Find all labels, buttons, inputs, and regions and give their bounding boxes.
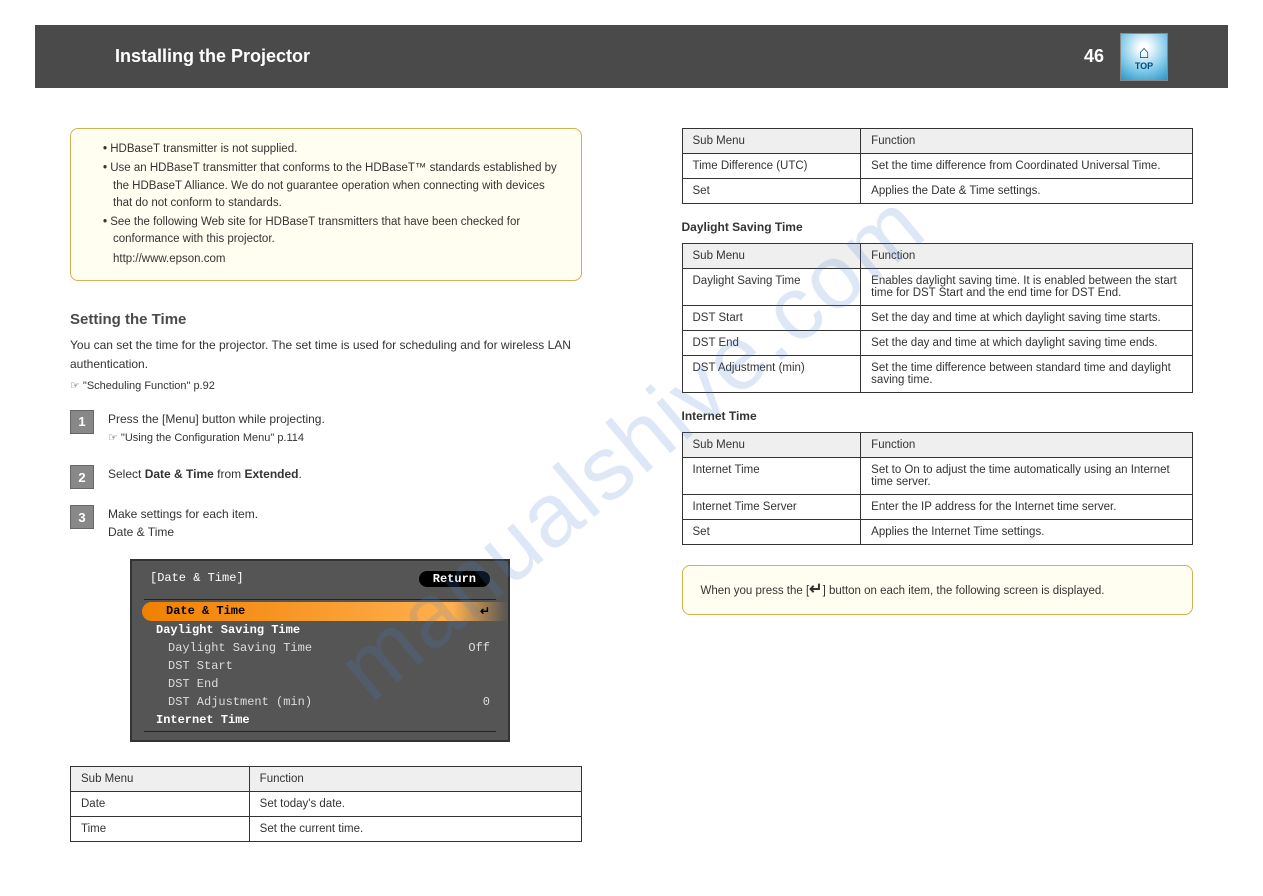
step-2-bold-1: Date & Time	[145, 467, 214, 481]
section-desc: You can set the time for the projector. …	[70, 336, 582, 374]
table-header: Function	[861, 433, 1193, 458]
table-cell: Daylight Saving Time	[682, 269, 861, 306]
note2-text-b: ] button on each item, the following scr…	[823, 585, 1105, 597]
note-url[interactable]: http://www.epson.com	[113, 253, 226, 265]
top-nav-button[interactable]: ⌂ TOP	[1120, 33, 1168, 81]
table-cell: Time	[71, 817, 250, 842]
left-column: HDBaseT transmitter is not supplied. Use…	[70, 128, 582, 856]
step-2: 2 Select Date & Time from Extended.	[70, 465, 582, 489]
step-2-text-a: Select	[108, 467, 145, 481]
menu-subitem: DST Start	[132, 657, 508, 675]
section-heading: Setting the Time	[70, 311, 582, 328]
table-header: Sub Menu	[682, 129, 861, 154]
menu-subitem: DST Adjustment (min)0	[132, 693, 508, 711]
table-cell: Enables daylight saving time. It is enab…	[861, 269, 1193, 306]
table-header: Function	[861, 244, 1193, 269]
table-header: Function	[861, 129, 1193, 154]
table-cell: Set to On to adjust the time automatical…	[861, 458, 1193, 495]
cross-reference[interactable]: "Using the Configuration Menu" p.114	[108, 430, 582, 448]
step-3: 3 Make settings for each item. Date & Ti…	[70, 505, 582, 541]
home-icon: ⌂	[1139, 43, 1150, 61]
table-cell: Set the current time.	[249, 817, 581, 842]
subheading-internet-time: Internet Time	[682, 407, 1194, 426]
table-header: Sub Menu	[71, 767, 250, 792]
header-right: 46 ⌂ TOP	[1084, 33, 1168, 81]
table-internet-time: Sub MenuFunction Internet TimeSet to On …	[682, 432, 1194, 545]
menu-item-selected: Date & Time↵	[142, 602, 508, 621]
menu-title: [Date & Time]	[150, 571, 244, 587]
subheading-dst: Daylight Saving Time	[682, 218, 1194, 237]
note-box-2: When you press the [↵] button on each it…	[682, 565, 1194, 615]
table-cell: Set today's date.	[249, 792, 581, 817]
menu-return-button: Return	[419, 571, 490, 587]
table-cell: Date	[71, 792, 250, 817]
table-cell: DST End	[682, 331, 861, 356]
table-datetime: Sub MenuFunction DateSet today's date. T…	[70, 766, 582, 842]
table-header: Sub Menu	[682, 433, 861, 458]
table-cell: Set the day and time at which daylight s…	[861, 306, 1193, 331]
table-cell: Set the time difference between standard…	[861, 356, 1193, 393]
note-item: Use an HDBaseT transmitter that conforms…	[103, 160, 563, 212]
enter-icon: ↵	[480, 604, 490, 619]
menu-item: Daylight Saving Time	[132, 621, 508, 639]
table-cell: Applies the Date & Time settings.	[861, 179, 1193, 204]
menu-subitem: DST End	[132, 675, 508, 693]
table-cell: DST Start	[682, 306, 861, 331]
page-number: 46	[1084, 46, 1104, 67]
top-label: TOP	[1135, 61, 1153, 71]
step-2-bold-2: Extended	[245, 467, 299, 481]
step-number-icon: 1	[70, 410, 94, 434]
header-bar: Installing the Projector 46 ⌂ TOP	[35, 25, 1228, 88]
step-number-icon: 3	[70, 505, 94, 529]
step-1: 1 Press the [Menu] button while projecti…	[70, 410, 582, 450]
table-cell: Internet Time Server	[682, 495, 861, 520]
enter-icon: ↵	[809, 581, 822, 598]
note-box-1: HDBaseT transmitter is not supplied. Use…	[70, 128, 582, 281]
table-cell: Enter the IP address for the Internet ti…	[861, 495, 1193, 520]
menu-subitem: Daylight Saving TimeOff	[132, 639, 508, 657]
note-item: HDBaseT transmitter is not supplied.	[103, 141, 563, 158]
table-cell: DST Adjustment (min)	[682, 356, 861, 393]
table-cell: Set the time difference from Coordinated…	[861, 154, 1193, 179]
table-header: Function	[249, 767, 581, 792]
right-column: Sub MenuFunction Time Difference (UTC)Se…	[682, 128, 1194, 856]
table-cell: Time Difference (UTC)	[682, 154, 861, 179]
cross-reference[interactable]: "Scheduling Function" p.92	[70, 378, 582, 396]
note2-text-a: When you press the [	[701, 585, 810, 597]
table-datetime-cont: Sub MenuFunction Time Difference (UTC)Se…	[682, 128, 1194, 204]
table-header: Sub Menu	[682, 244, 861, 269]
page-title: Installing the Projector	[115, 46, 310, 67]
table-dst: Sub MenuFunction Daylight Saving TimeEna…	[682, 243, 1194, 393]
step-2-text-c: from	[214, 467, 245, 481]
table-cell: Set	[682, 179, 861, 204]
table-cell: Applies the Internet Time settings.	[861, 520, 1193, 545]
table-cell: Internet Time	[682, 458, 861, 495]
table-cell: Set the day and time at which daylight s…	[861, 331, 1193, 356]
step-number-icon: 2	[70, 465, 94, 489]
table-cell: Set	[682, 520, 861, 545]
menu-screenshot: [Date & Time] Return Date & Time↵ Daylig…	[130, 559, 510, 742]
step-3-text: Make settings for each item.	[108, 507, 258, 521]
note-item: See the following Web site for HDBaseT t…	[103, 214, 563, 249]
step-1-text: Press the [Menu] button while projecting…	[108, 412, 325, 426]
menu-item: Internet Time	[132, 711, 508, 729]
